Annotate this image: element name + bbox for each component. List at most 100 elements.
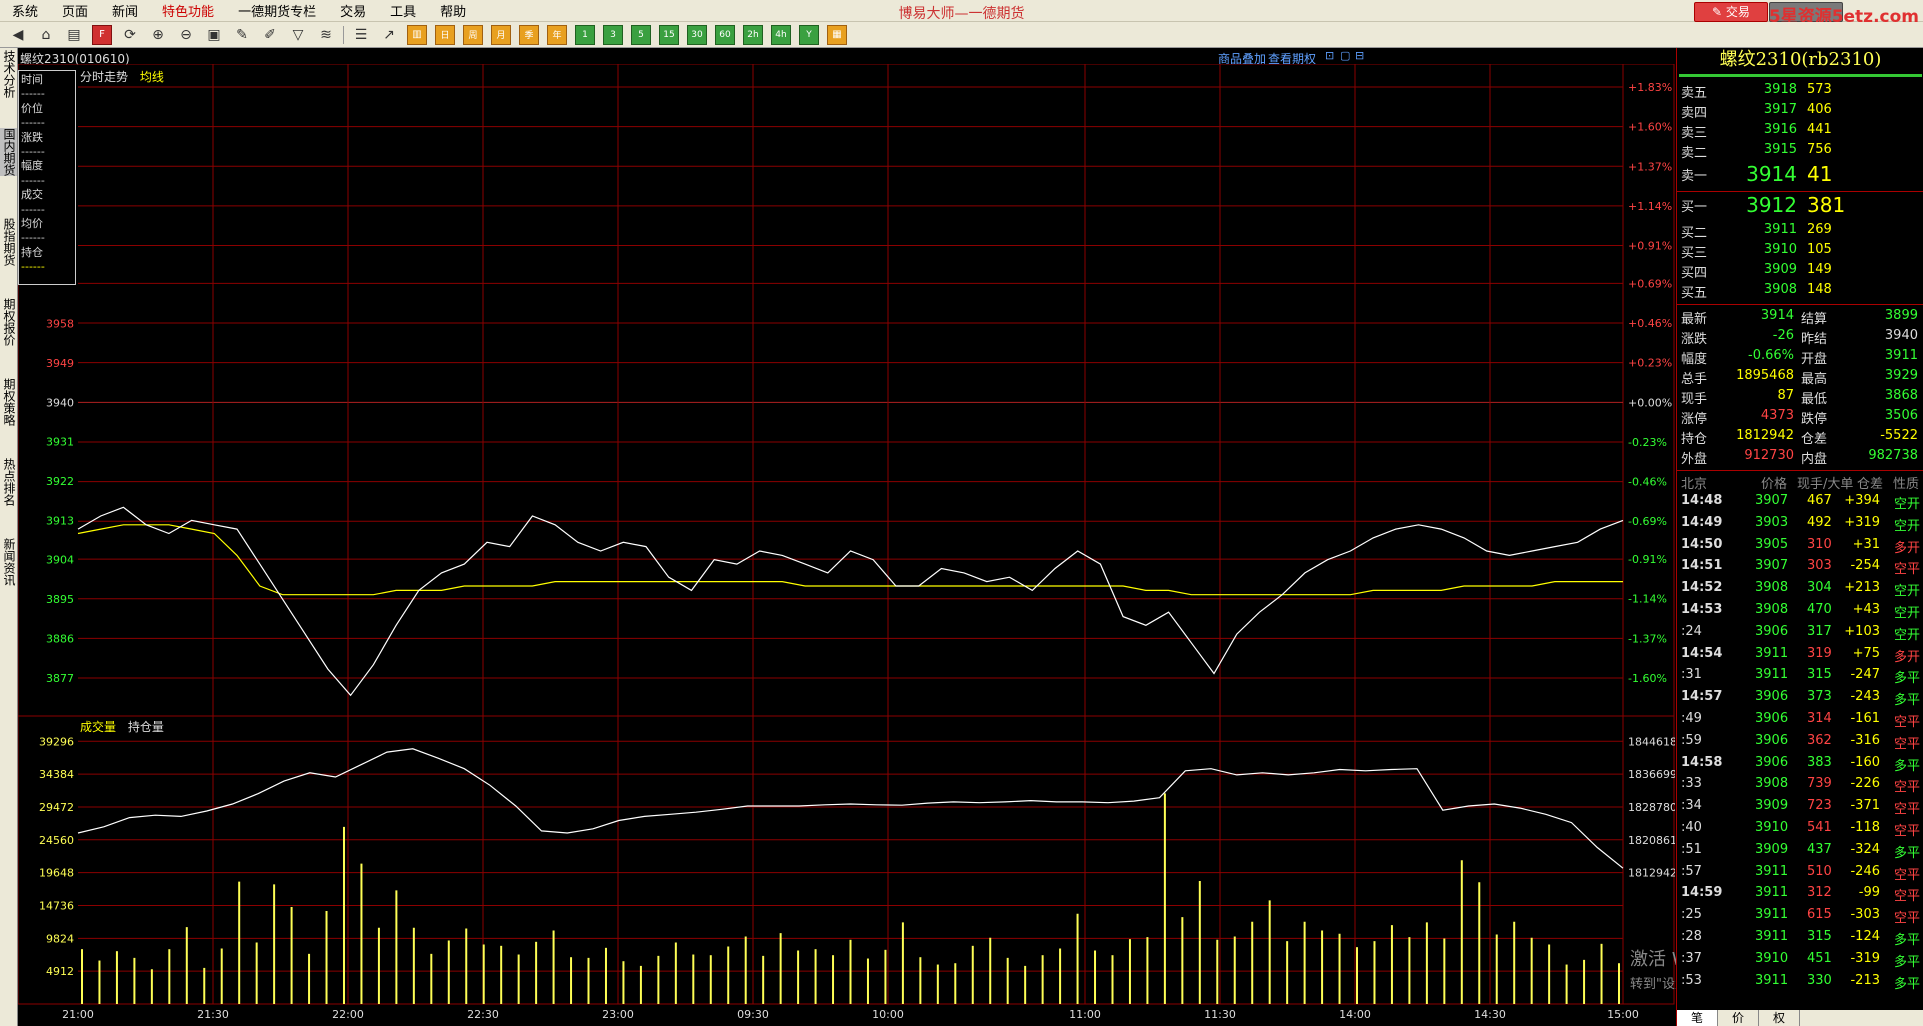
left-tab-5[interactable]: 热点排名 — [0, 458, 17, 506]
trade-volume: 315 — [1807, 667, 1832, 683]
left-tab-3[interactable]: 期权报价 — [0, 298, 17, 346]
refresh-icon[interactable]: ⟳ — [120, 25, 140, 45]
trade-time: :24 — [1681, 623, 1702, 639]
quote-tab-1[interactable]: 价 — [1718, 1010, 1759, 1026]
stat-label: 结算 — [1801, 312, 1828, 327]
ask1-price[interactable]: 3914 — [1737, 162, 1797, 186]
bid-price[interactable]: 3910 — [1737, 242, 1797, 257]
trade-button[interactable]: ✎ 交易 — [1694, 2, 1768, 22]
bid1-price[interactable]: 3912 — [1737, 193, 1797, 217]
back-arrow-icon[interactable]: ◀ — [8, 25, 28, 45]
zoom-out-icon[interactable]: ⊖ — [176, 25, 196, 45]
left-tab-4[interactable]: 期权策略 — [0, 378, 17, 426]
left-tab-2[interactable]: 股指期货 — [0, 218, 17, 266]
pen-icon[interactable]: ✎ — [232, 25, 252, 45]
trade-time: 14:59 — [1681, 885, 1723, 901]
kline-icon[interactable]: ▥ — [407, 24, 427, 45]
ask-price[interactable]: 3915 — [1737, 142, 1797, 157]
cycle-button-2[interactable]: 月 — [491, 24, 511, 45]
time-tick-label: 23:00 — [602, 1008, 634, 1021]
cycle-button-13[interactable]: Y — [799, 24, 819, 45]
menu-item-7[interactable]: 帮助 — [428, 1, 478, 20]
trades-separator — [1677, 470, 1923, 471]
bid-price[interactable]: 3909 — [1737, 262, 1797, 277]
cycle-button-12[interactable]: 4h — [771, 24, 791, 45]
stat-label: 仓差 — [1801, 432, 1828, 447]
ask-price[interactable]: 3916 — [1737, 122, 1797, 137]
pct-tick-label: -0.91% — [1628, 553, 1667, 566]
menu-item-5[interactable]: 交易 — [328, 1, 378, 20]
trade-oi-change: +103 — [1844, 623, 1880, 639]
f10-icon[interactable]: F — [92, 24, 112, 45]
left-tab-6[interactable]: 新闻资讯 — [0, 538, 17, 586]
menu-item-1[interactable]: 页面 — [50, 1, 100, 20]
cycle-button-3[interactable]: 季 — [519, 24, 539, 45]
bid-price[interactable]: 3911 — [1737, 222, 1797, 237]
cycle-button-0[interactable]: 日 — [435, 24, 455, 45]
filter-icon[interactable]: ▽ — [288, 25, 308, 45]
restore-icon[interactable]: ⊟ — [1355, 49, 1364, 62]
cycle-button-4[interactable]: 年 — [547, 24, 567, 45]
window-control-icon[interactable]: ⊡ — [1325, 49, 1334, 62]
ask-price[interactable]: 3918 — [1737, 82, 1797, 97]
cycle-button-8[interactable]: 15 — [659, 24, 679, 45]
stat-value: 912730 — [1744, 448, 1794, 463]
cycle-button-6[interactable]: 3 — [603, 24, 623, 45]
trade-time: :40 — [1681, 820, 1702, 835]
ask-volume: 756 — [1807, 142, 1832, 157]
maximize-icon[interactable]: ▢ — [1340, 49, 1350, 62]
trade-price: 3906 — [1755, 732, 1789, 748]
left-tab-0[interactable]: 技术分析 — [0, 50, 17, 98]
home-icon[interactable]: ⌂ — [36, 25, 56, 45]
cycle-button-9[interactable]: 30 — [687, 24, 707, 45]
cycle-button-1[interactable]: 周 — [463, 24, 483, 45]
trade-volume: 470 — [1807, 602, 1832, 617]
line-chart-icon[interactable]: ↗ — [379, 25, 399, 45]
pct-tick-label: -1.14% — [1628, 593, 1667, 606]
menu-item-2[interactable]: 新闻 — [100, 1, 150, 20]
trade-price: 3911 — [1755, 863, 1789, 879]
trade-oi-change: -316 — [1850, 732, 1880, 748]
trade-type: 多平 — [1893, 976, 1920, 992]
trade-time: 14:52 — [1681, 580, 1723, 596]
ask-price[interactable]: 3917 — [1737, 102, 1797, 117]
window-icon[interactable]: ▣ — [204, 25, 224, 45]
price-tick-label: 3958 — [46, 318, 74, 331]
cycle-button-11[interactable]: 2h — [743, 24, 763, 45]
trade-volume: 541 — [1807, 820, 1832, 835]
bid1-label: 买一 — [1681, 200, 1708, 215]
volume-tick-label: 24560 — [39, 834, 74, 847]
brush-icon[interactable]: ✐ — [260, 25, 280, 45]
trade-time: 14:54 — [1681, 645, 1723, 661]
stat-value: 3506 — [1884, 408, 1918, 423]
pct-tick-label: +1.60% — [1628, 121, 1672, 134]
left-tab-1[interactable]: 国内期货 — [0, 128, 17, 176]
cycle-button-5[interactable]: 1 — [575, 24, 595, 45]
cycle-button-7[interactable]: 5 — [631, 24, 651, 45]
settings-icon[interactable]: ▦ — [827, 24, 847, 45]
bid-price[interactable]: 3908 — [1737, 282, 1797, 297]
cycle-button-10[interactable]: 60 — [715, 24, 735, 45]
trade-time: 14:49 — [1681, 514, 1723, 530]
trade-price: 3907 — [1755, 558, 1789, 574]
intraday-chart[interactable]: +1.83% +1.60% +1.37% +1.14% +0.91% +0.69% +0.4… — [18, 64, 1675, 1026]
trade-volume: 373 — [1807, 689, 1832, 705]
trade-volume: 330 — [1807, 972, 1832, 988]
table-icon[interactable]: ☰ — [351, 25, 371, 45]
volume-tick-label: 4912 — [46, 965, 74, 978]
trade-time: :57 — [1681, 863, 1702, 879]
stat-value: 3868 — [1884, 388, 1918, 403]
bid-row: 买二 3911 269 — [1677, 222, 1923, 242]
quote-tab-0[interactable]: 笔 — [1677, 1010, 1718, 1026]
stat-value: 1895468 — [1736, 368, 1794, 383]
menu-item-0[interactable]: 系统 — [0, 1, 50, 20]
menu-item-4[interactable]: 一德期货专栏 — [226, 1, 328, 20]
book-icon[interactable]: ▤ — [64, 25, 84, 45]
stats-row: 涨停 4373 跌停 3506 — [1677, 408, 1923, 428]
quote-tab-2[interactable]: 权 — [1759, 1010, 1800, 1026]
indicator-icon[interactable]: ≋ — [316, 25, 336, 45]
menu-item-6[interactable]: 工具 — [378, 1, 428, 20]
zoom-in-icon[interactable]: ⊕ — [148, 25, 168, 45]
menu-item-3[interactable]: 特色功能 — [150, 1, 226, 20]
trade-oi-change: +213 — [1844, 580, 1880, 596]
